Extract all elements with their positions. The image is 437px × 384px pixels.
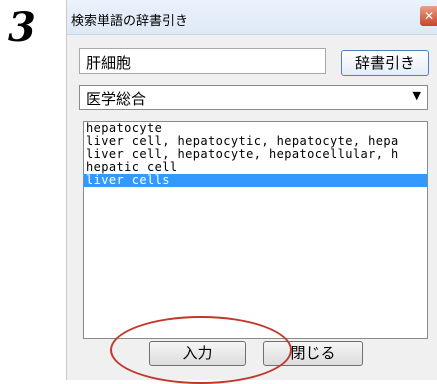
window-title: 検索単語の辞書引き — [71, 14, 189, 29]
dictionary-lookup-dialog: 検索単語の辞書引き ✕ 肝細胞 辞書引き 医学総合 ▼ hepatocyte l… — [66, 0, 437, 384]
dictionary-select[interactable]: 医学総合 ▼ — [79, 85, 428, 110]
close-icon[interactable]: ✕ — [420, 6, 437, 26]
close-button[interactable]: 閉じる — [263, 341, 363, 366]
search-input[interactable]: 肝細胞 — [79, 48, 326, 74]
chevron-down-icon[interactable]: ▼ — [413, 89, 421, 102]
dictionary-select-value: 医学総合 — [86, 90, 147, 108]
results-list[interactable]: hepatocyte liver cell, hepatocytic, hepa… — [83, 121, 428, 339]
step-number: 3 — [8, 4, 36, 51]
title-bar[interactable]: 検索単語の辞書引き ✕ — [67, 0, 437, 35]
result-item-selected[interactable]: liver cells — [84, 174, 427, 187]
input-button[interactable]: 入力 — [149, 341, 246, 366]
lookup-button[interactable]: 辞書引き — [341, 50, 429, 76]
